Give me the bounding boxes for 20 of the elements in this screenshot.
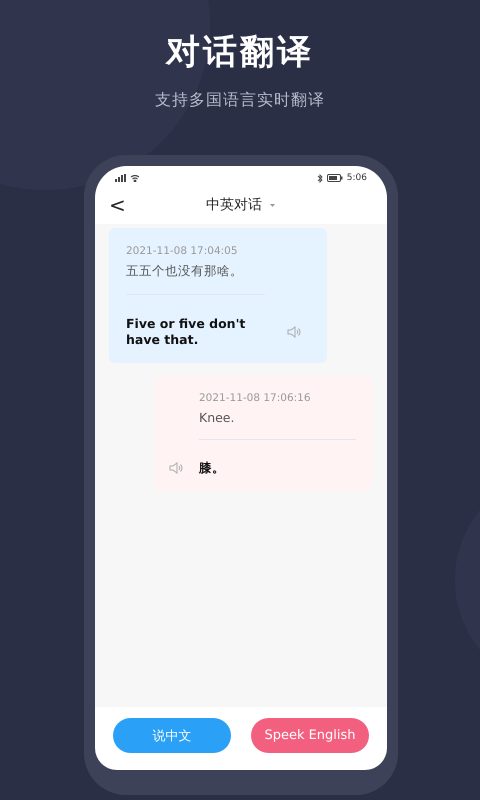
status-time: 5:06 xyxy=(346,173,367,183)
dropdown-caret-icon[interactable] xyxy=(270,204,275,206)
translation-text: 膝。 xyxy=(199,460,226,476)
source-text: 五五个也没有那啥。 xyxy=(126,263,244,280)
message-time: 2021-11-08 17:04:05 xyxy=(126,245,239,257)
translation-text: Five or five don't have that. xyxy=(126,316,246,348)
signal-icon xyxy=(115,174,126,182)
battery-icon xyxy=(326,174,343,182)
back-button[interactable]: < xyxy=(105,193,130,217)
bluetooth-icon xyxy=(316,174,323,182)
voice-button[interactable]: 说中文 xyxy=(113,718,231,753)
voice-button[interactable]: Speek English xyxy=(251,718,369,753)
message-time: 2021-11-08 17:06:16 xyxy=(199,392,312,404)
source-text: Knee. xyxy=(199,410,236,424)
speaker-icon[interactable] xyxy=(169,460,183,475)
headline: 对话翻译 xyxy=(164,31,315,73)
wifi-icon xyxy=(130,174,140,182)
speaker-icon[interactable] xyxy=(287,325,301,340)
screen-title: 中英对话 xyxy=(206,196,262,214)
subheadline: 支持多国语言实时翻译 xyxy=(154,90,326,111)
